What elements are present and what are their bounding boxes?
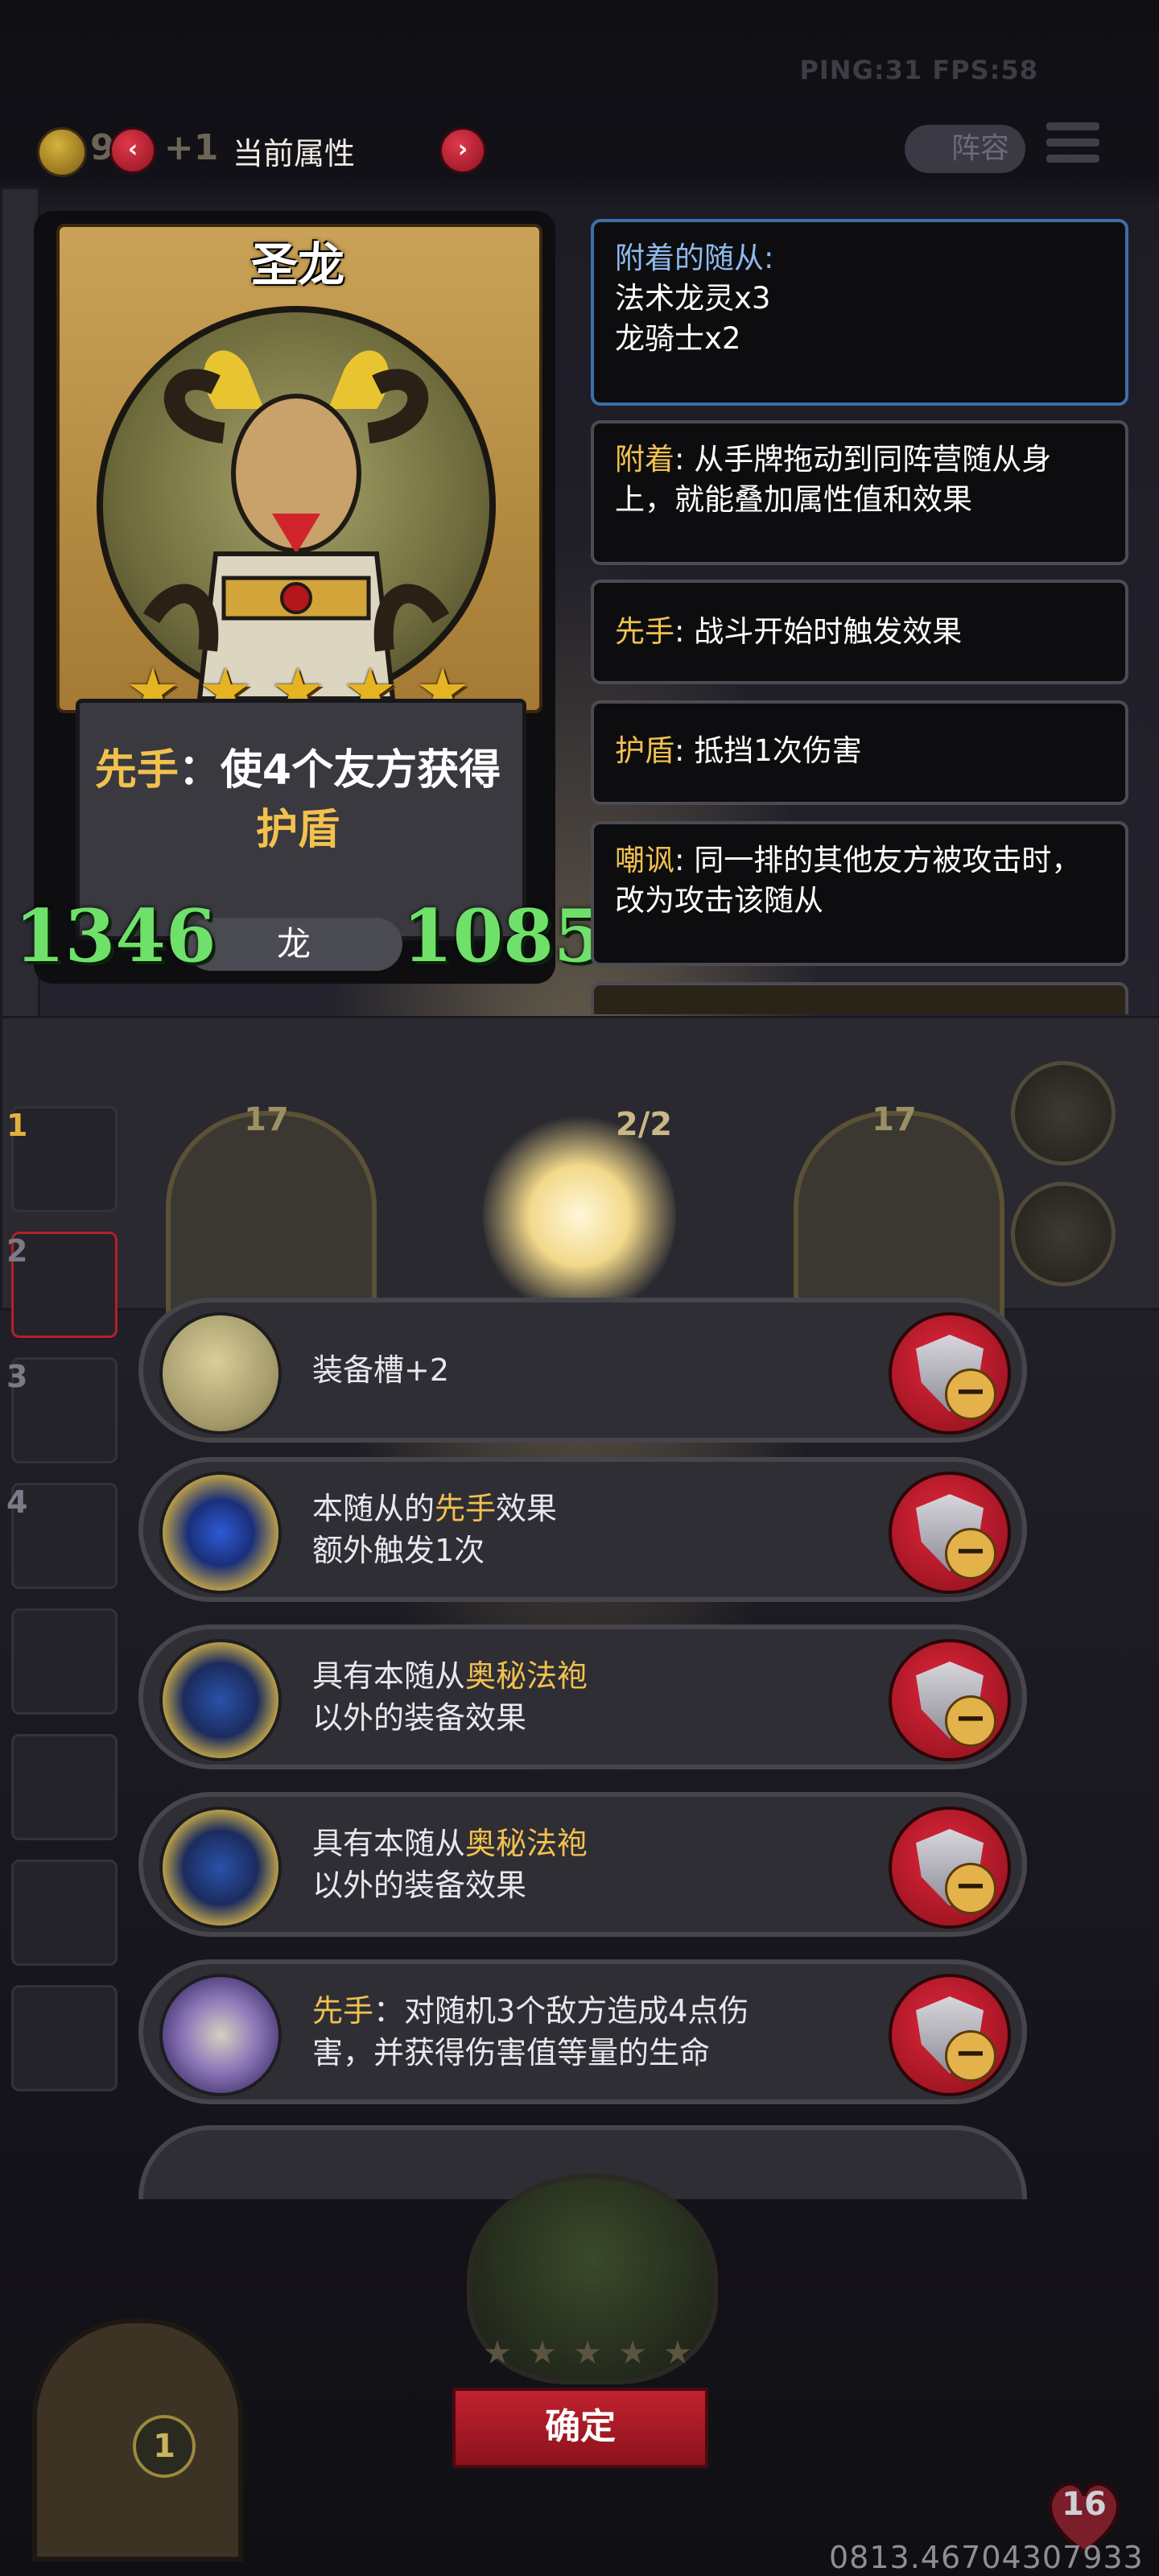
ping-fps-readout: PING:31 FPS:58 [799,55,1038,85]
keyword-label: 附着 [615,442,674,477]
doll-button[interactable] [1011,1182,1116,1286]
attached-minions-panel: 附着的随从: 法术龙灵x3 龙骑士x2 [591,219,1128,406]
equipment-desc: 具有本随从 [312,1826,466,1861]
side-slot-number: 3 [6,1359,28,1394]
board-minion-right-level: 17 [872,1101,917,1138]
equipment-item[interactable]: 本随从的先手效果 额外触发1次 − [138,1457,1027,1602]
attached-minions-label: 附着的随从: [615,241,774,275]
equipment-item[interactable]: 先手：对随机3个敌方造成4点伤害，并获得伤害值等量的生命 − [138,1959,1027,2104]
keyword-text: : 同一排的其他友方被攻击时，改为攻击该随从 [615,843,1082,918]
equipment-desc: 效果 [496,1491,558,1526]
side-slot-number: 4 [6,1484,28,1520]
minus-icon: − [945,1528,996,1579]
board-center-count: 2/2 [615,1106,673,1143]
equipment-item[interactable]: 具有本随从奥秘法袍以外的装备效果 − [138,1624,1027,1769]
minus-icon: − [945,1695,996,1747]
equipment-desc: 额外触发1次 [312,1533,485,1568]
gate-coin-count: 1 [133,2415,196,2478]
feather-claw-icon [159,1974,282,2096]
card-tribe: 龙 [276,924,311,964]
confirm-button[interactable]: 确定 [452,2388,708,2468]
keyword-label: 先手 [615,614,674,649]
unequip-button[interactable]: − [889,1312,1011,1435]
keyword-label: 护盾 [615,733,674,768]
card-pack-button[interactable] [1011,1061,1116,1166]
holy-dragon-portrait [97,306,496,705]
keyword-text: : 抵挡1次伤害 [674,733,862,768]
equipment-text: 具有本随从奥秘法袍以外的装备效果 [312,1797,892,1932]
minus-icon: − [945,2030,996,2082]
side-slot-5[interactable] [11,1608,118,1715]
equipment-keyword: 先手 [312,1993,374,2029]
pig-mask-icon [159,1312,282,1435]
arcane-robe-icon [159,1639,282,1761]
equipment-desc: 以外的装备效果 [312,1868,527,1903]
attached-minion-1: 法术龙灵x3 [615,281,771,316]
equipment-desc: 以外的装备效果 [312,1700,527,1736]
side-slot-8[interactable] [11,1985,118,2091]
next-attr-button[interactable]: › [439,127,486,174]
card-attack: 1346 [14,894,217,979]
card-description-text: ：使4个友方获得 [178,746,501,795]
equipment-text: 具有本随从奥秘法袍以外的装备效果 [312,1629,892,1765]
keyword-panel-first-strike: 先手: 战斗开始时触发效果 [591,580,1128,684]
side-slot-6[interactable] [11,1734,118,1840]
arcane-robe-icon [159,1806,282,1929]
keyword-first-strike: 先手 [94,746,179,795]
side-slot-7[interactable] [11,1860,118,1966]
keyword-text: : 战斗开始时触发效果 [674,614,963,649]
attached-minion-2: 龙骑士x2 [615,321,741,356]
keyword-shield: 护盾 [255,806,340,854]
keyword-panel-attach: 附着: 从手牌拖动到同阵营随从身上，就能叠加属性值和效果 [591,420,1128,565]
side-slot-number: 1 [6,1108,28,1143]
equipment-desc: 害，并获得伤害值等量的生命 [312,2035,711,2070]
timestamp: 0813.46704307933 [829,2540,1144,2575]
unequip-button[interactable]: − [889,1472,1011,1594]
equipment-desc: ：对随机3个敌方造成4点伤 [373,1993,749,2029]
equipment-text: 本随从的先手效果 额外触发1次 [312,1462,892,1597]
attr-title: 当前属性 [232,136,355,171]
lineup-button[interactable]: 阵容 [905,125,1025,173]
life-count: 16 [1062,2486,1107,2523]
keyword-text: : 从手牌拖动到同阵营随从身上，就能叠加属性值和效果 [615,442,1052,517]
board-minion-left-level: 17 [244,1101,289,1138]
crystal-orb-icon [159,1472,282,1594]
card-description: 先手：使4个友方获得护盾 [80,741,515,860]
side-slot-number: 2 [6,1233,28,1269]
card-name: 圣龙 [250,237,344,292]
equipment-keyword: 奥秘法袍 [465,1826,588,1861]
minus-icon: − [945,1368,996,1420]
equipment-desc: 本随从的 [312,1491,435,1526]
keyword-panel-shield: 护盾: 抵挡1次伤害 [591,700,1128,805]
equipment-item[interactable]: 装备槽+2 − [138,1298,1027,1443]
keyword-label: 嘲讽 [615,843,674,877]
minus-icon: − [945,1863,996,1914]
equipment-text: 先手：对随机3个敌方造成4点伤害，并获得伤害值等量的生命 [312,1964,892,2099]
keyword-panel-taunt: 嘲讽: 同一排的其他友方被攻击时，改为攻击该随从 [591,821,1128,966]
unequip-button[interactable]: − [889,1806,1011,1929]
cauldron-stars: ★ ★ ★ ★ ★ [483,2334,692,2372]
prev-attr-button[interactable]: ‹ [109,127,156,174]
equipment-text: 装备槽+2 [312,1302,892,1438]
unequip-button[interactable]: − [889,1974,1011,2096]
menu-icon[interactable] [1046,122,1099,174]
unequip-button[interactable]: − [889,1639,1011,1761]
equipment-item[interactable]: 具有本随从奥秘法袍以外的装备效果 − [138,1792,1027,1937]
equipment-keyword: 奥秘法袍 [465,1658,588,1694]
equipment-keyword: 先手 [435,1491,497,1526]
gold-coin-icon [37,127,87,177]
equipment-desc: 具有本随从 [312,1658,466,1694]
card-health: 1085 [402,894,604,979]
equipment-desc: 装备槽+2 [312,1352,450,1388]
panel-partial [591,982,1128,1014]
